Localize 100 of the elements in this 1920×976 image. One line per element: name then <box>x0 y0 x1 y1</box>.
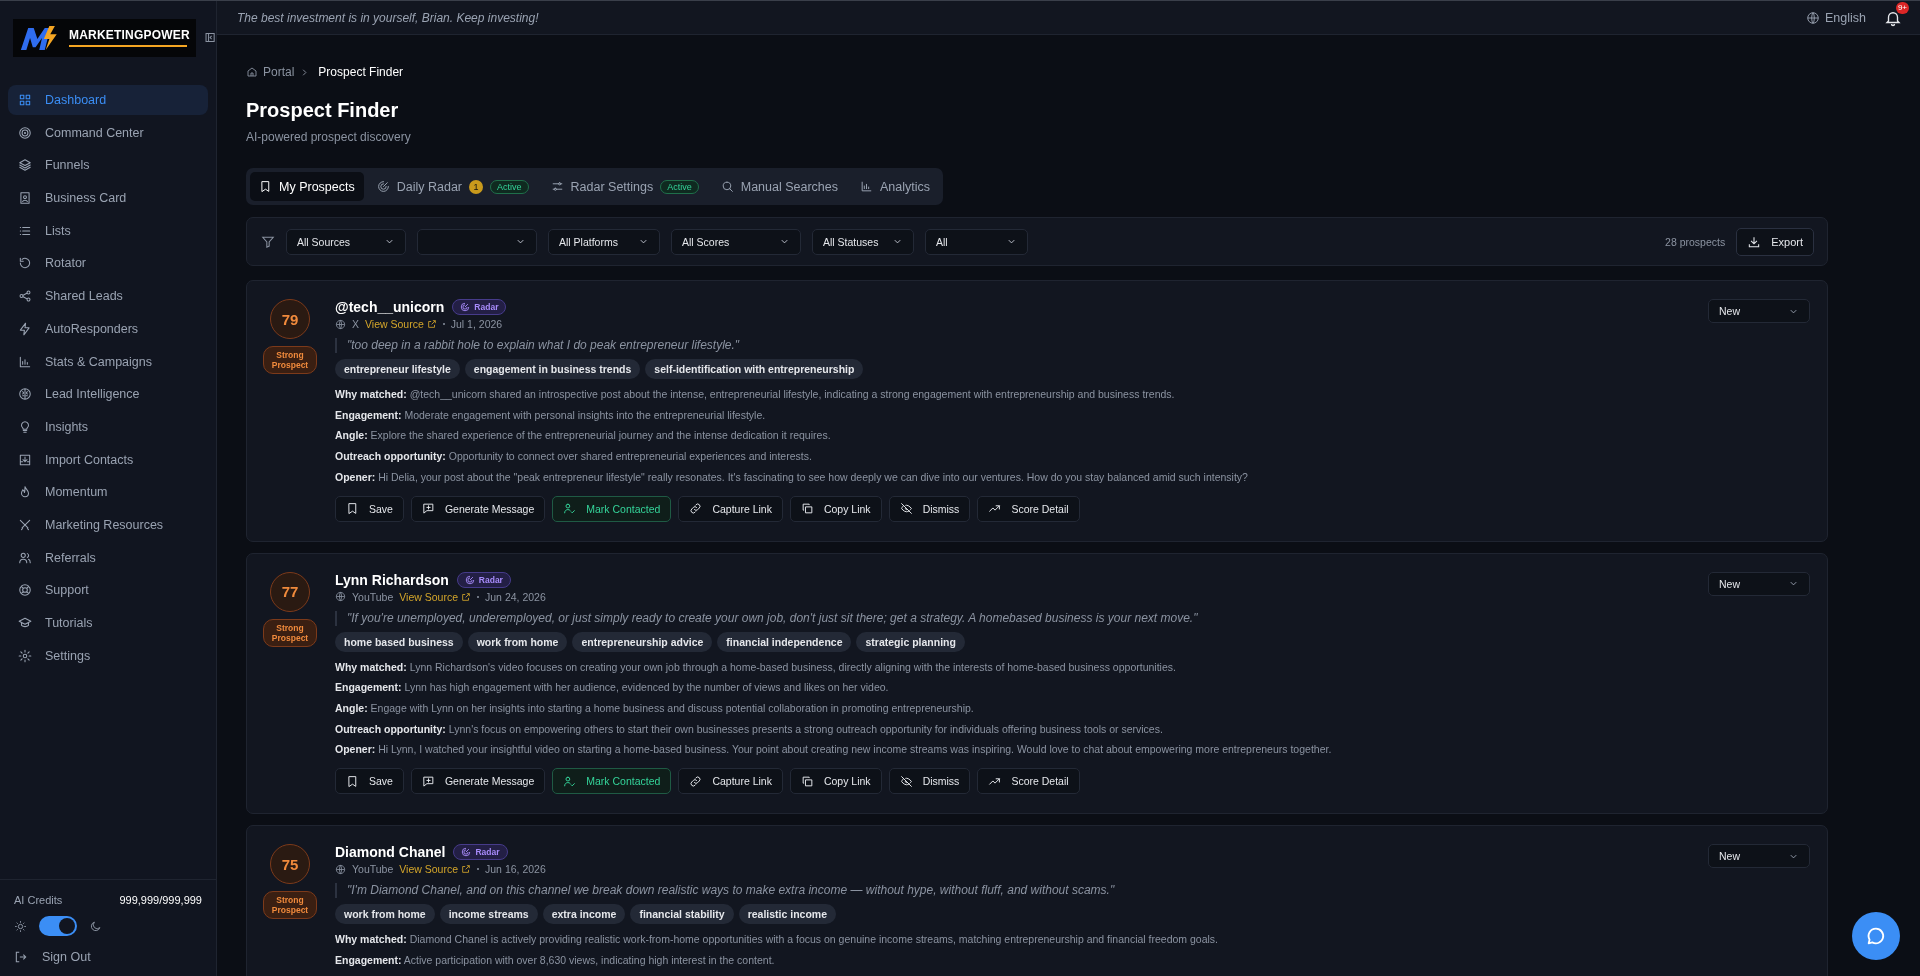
view-source-link[interactable]: View Source <box>399 863 472 876</box>
radar-icon <box>461 847 472 858</box>
credits-value: 999,999/999,999 <box>119 894 202 906</box>
action-button[interactable]: Copy Link <box>789 495 882 522</box>
view-source-link[interactable]: View Source <box>399 590 472 603</box>
user-check-icon <box>563 774 577 788</box>
layers-icon <box>18 158 32 173</box>
sidebar-item[interactable]: Lead Intelligence <box>8 379 208 410</box>
sidebar-item[interactable]: Command Center <box>8 117 208 148</box>
prospect-count: 28 prospects <box>1665 235 1726 248</box>
score-circle: 79 <box>270 299 310 339</box>
action-button[interactable]: Score Detail <box>977 495 1080 522</box>
sidebar-item[interactable]: Lists <box>8 215 208 246</box>
tag: financial independence <box>717 631 852 652</box>
sidebar-item[interactable]: Dashboard <box>8 85 208 115</box>
moon-icon <box>89 919 102 933</box>
detail-text: Angle: Engage with Lynn on her insights into starting a home business and discuss potential collaboration in promoting entrepreneurship. <box>335 700 975 716</box>
tag: strategic planning <box>856 631 965 652</box>
sign-out-button[interactable]: Sign Out <box>14 946 202 964</box>
quote-text: "I'm Diamond Chanel, and on this channel we break down realistic ways to make extra income — without hype, without fluff, and without scams." <box>335 883 1694 899</box>
radar-icon <box>376 180 390 193</box>
detail-text: Opener: Hi Delia, your post about the "peak entrepreneur lifestyle" really resonates. It's fascinating to see how deeply we can dive into our ventures. How do you stay balanced amid such intensity? <box>335 469 1249 485</box>
tab[interactable]: My Prospects <box>250 172 364 201</box>
tab[interactable]: Manual Searches <box>711 172 848 201</box>
quote-text: "If you're unemployed, underemployed, or just simply ready to create your own job, don't just sit there; get a strategy. A homebased business is your next move." <box>335 610 1694 626</box>
external-link-icon <box>461 591 472 602</box>
sidebar-item[interactable]: AutoResponders <box>8 313 208 344</box>
sidebar-item[interactable]: Tutorials <box>8 608 208 638</box>
prospect-name: @tech__unicorn <box>335 299 445 315</box>
tag: work from home <box>335 904 435 925</box>
action-button[interactable]: Dismiss <box>888 768 971 795</box>
action-button[interactable]: Generate Message <box>410 495 546 522</box>
detail-text: Outreach opportunity: Lynn's focus on empowering others to start their own businesses presents a strong outreach opportunity for individuals offering business tools or services. <box>335 721 1164 737</box>
users-icon <box>18 550 32 565</box>
sidebar-item[interactable]: Settings <box>8 640 208 671</box>
tag: entrepreneur lifestyle <box>335 359 460 379</box>
tab[interactable]: Analytics <box>851 172 940 201</box>
filter-dropdown[interactable]: All Platforms <box>548 228 660 255</box>
tab[interactable]: Daily Radar 1 Active <box>367 172 538 201</box>
detail-text: Opener: Hi Lynn, I watched your insightful video on starting a home-based business. Your point about creating new income streams was inspiring. Would love to chat about empowering more entrepreneurs together. <box>335 742 1333 758</box>
sidebar-item[interactable]: Shared Leads <box>8 281 208 312</box>
export-button[interactable]: Export <box>1736 227 1814 256</box>
sidebar-item[interactable]: Insights <box>8 411 208 442</box>
detail-text: Outreach opportunity: Opportunity to connect over shared entrepreneurial experiences and interests. <box>335 449 813 465</box>
quote-text: "too deep in a rabbit hole to explain what I do peak entrepreneur lifestyle." <box>335 338 1694 353</box>
action-button[interactable]: Save <box>335 768 404 795</box>
status-dropdown[interactable]: New <box>1708 299 1810 323</box>
lifebuoy-icon <box>18 583 32 598</box>
tab-label: Analytics <box>880 179 931 194</box>
detail-text: Why matched: @tech__unicorn shared an introspective post about the intense, entrepreneurial lifestyle, indicating a strong engagement with entrepreneurship and business trends. <box>335 387 1176 402</box>
tag: extra income <box>542 904 626 925</box>
credits-label: AI Credits <box>14 894 63 906</box>
detail-text: Why matched: Lynn Richardson's video focuses on creating your own job through a home-based business, directly aligning with the interests of home-based business opportunities. <box>335 659 1177 675</box>
action-button[interactable]: Copy Link <box>789 768 882 795</box>
action-button[interactable]: Mark Contacted <box>552 768 672 795</box>
tab[interactable]: Radar Settings Active <box>541 172 708 201</box>
status-badge: Active <box>490 179 529 194</box>
sidebar-item[interactable]: Momentum <box>8 477 208 508</box>
page-subtitle: AI-powered prospect discovery <box>246 130 412 144</box>
status-dropdown[interactable]: New <box>1708 571 1810 596</box>
filter-dropdown[interactable]: All Scores <box>671 228 801 255</box>
sidebar-item[interactable]: Funnels <box>8 150 208 181</box>
chat-button[interactable] <box>1852 912 1900 960</box>
sidebar-collapse-icon[interactable] <box>203 31 216 44</box>
search-icon <box>720 180 734 193</box>
motto-text: The best investment is in yourself, Brian. Keep investing! <box>237 10 539 25</box>
platform-text: YouTube <box>352 863 394 876</box>
message-plus-icon <box>421 502 435 515</box>
notification-badge: 9+ <box>1895 1 1909 14</box>
action-button[interactable]: Score Detail <box>977 768 1080 795</box>
sidebar-item[interactable]: Referrals <box>8 542 208 573</box>
filter-dropdown[interactable]: All <box>925 228 1028 255</box>
sidebar-item[interactable]: Support <box>8 575 208 606</box>
filter-dropdown[interactable]: All Statuses <box>812 228 914 255</box>
bar-chart-icon <box>860 180 874 193</box>
action-button[interactable]: Capture Link <box>678 495 783 522</box>
sidebar-item[interactable]: Stats & Campaigns <box>8 346 208 377</box>
action-button[interactable]: Generate Message <box>410 768 546 795</box>
sidebar-item[interactable]: Import Contacts <box>8 444 208 475</box>
action-button[interactable]: Capture Link <box>678 768 783 795</box>
action-button[interactable]: Dismiss <box>888 495 971 522</box>
sidebar-item[interactable]: Rotator <box>8 248 208 279</box>
sidebar-item[interactable]: Business Card <box>8 183 208 214</box>
theme-toggle[interactable] <box>39 916 77 936</box>
breadcrumb-link[interactable]: Portal <box>263 65 295 79</box>
status-dropdown[interactable]: New <box>1708 844 1810 869</box>
score-label: Strong Prospect <box>263 346 317 374</box>
sidebar-item[interactable]: Marketing Resources <box>8 509 208 540</box>
score-circle: 75 <box>270 844 310 885</box>
view-source-link[interactable]: View Source <box>365 318 437 330</box>
language-selector[interactable]: English <box>1806 10 1866 25</box>
filter-dropdown[interactable]: All Sources <box>286 228 406 255</box>
tag: realistic income <box>738 904 836 925</box>
detail-text: Engagement: Active participation with over 8,630 views, indicating high interest in the content. <box>335 952 776 968</box>
bar-chart-icon <box>18 354 32 369</box>
action-button[interactable]: Mark Contacted <box>552 495 672 522</box>
breadcrumb-link[interactable]: Prospect Finder <box>318 65 404 79</box>
badge-label: Radar <box>478 574 503 585</box>
target-icon <box>18 125 32 140</box>
action-button[interactable]: Save <box>335 495 404 522</box>
